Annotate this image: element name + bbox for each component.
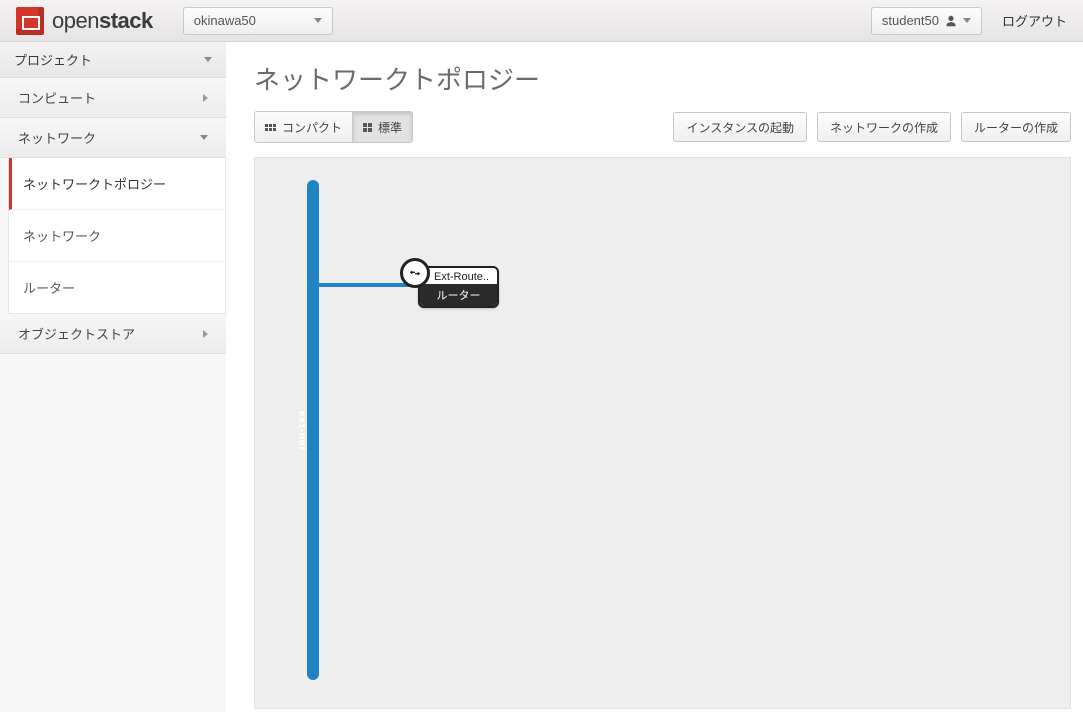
network-bar-ext-net[interactable] xyxy=(307,180,319,680)
chevron-right-icon xyxy=(203,330,208,338)
user-name: student50 xyxy=(882,13,939,28)
layout: プロジェクト コンピュート ネットワーク ネットワークトポロジー ネットワーク … xyxy=(0,42,1083,712)
launch-instance-button[interactable]: インスタンスの起動 xyxy=(673,112,807,142)
openstack-logo-icon xyxy=(16,7,44,35)
brand-light: open xyxy=(52,8,99,33)
router-name: Ext-Route.. xyxy=(420,268,497,284)
chevron-down-icon xyxy=(200,135,208,140)
router-type: ルーター xyxy=(420,284,497,306)
chevron-down-icon xyxy=(963,18,971,23)
router-icon xyxy=(400,258,430,288)
toolbar: コンパクト 標準 インスタンスの起動 ネットワークの作成 ルーターの作成 xyxy=(254,111,1071,143)
sidebar-category-label: プロジェクト xyxy=(14,50,92,69)
chevron-right-icon xyxy=(203,94,208,102)
sidebar-group-label: コンピュート xyxy=(18,88,96,107)
sidebar-subnav-network: ネットワークトポロジー ネットワーク ルーター xyxy=(8,158,226,314)
view-compact-label: コンパクト xyxy=(282,119,342,136)
network-label: ext-net xyxy=(296,408,307,451)
chevron-down-icon xyxy=(314,18,322,23)
sidebar-group-network[interactable]: ネットワーク xyxy=(0,118,226,158)
network-link xyxy=(319,283,409,287)
brand[interactable]: openstack xyxy=(16,7,153,35)
create-network-button[interactable]: ネットワークの作成 xyxy=(817,112,951,142)
tenant-selected: okinawa50 xyxy=(194,13,256,28)
grid-large-icon xyxy=(363,123,372,132)
brand-text: openstack xyxy=(52,8,153,34)
tenant-selector[interactable]: okinawa50 xyxy=(183,7,333,35)
grid-small-icon xyxy=(265,124,276,131)
page-title: ネットワークトポロジー xyxy=(254,60,1071,97)
user-menu[interactable]: student50 xyxy=(871,7,982,35)
view-compact-button[interactable]: コンパクト xyxy=(255,112,353,142)
topology-canvas[interactable]: ext-net Ext-Route.. ルーター xyxy=(254,157,1071,709)
sidebar-item-networks[interactable]: ネットワーク xyxy=(9,210,225,262)
topbar: openstack okinawa50 student50 ログアウト xyxy=(0,0,1083,42)
chevron-down-icon xyxy=(204,57,212,62)
sidebar-item-routers[interactable]: ルーター xyxy=(9,262,225,313)
view-standard-button[interactable]: 標準 xyxy=(353,112,412,142)
sidebar-group-label: オブジェクトストア xyxy=(18,324,135,343)
logout-link[interactable]: ログアウト xyxy=(1002,11,1067,30)
sidebar: プロジェクト コンピュート ネットワーク ネットワークトポロジー ネットワーク … xyxy=(0,42,226,712)
sidebar-category-project[interactable]: プロジェクト xyxy=(0,42,226,78)
view-standard-label: 標準 xyxy=(378,119,402,136)
brand-bold: stack xyxy=(99,8,153,33)
view-toggle: コンパクト 標準 xyxy=(254,111,413,143)
sidebar-group-label: ネットワーク xyxy=(18,128,96,147)
router-card: Ext-Route.. ルーター xyxy=(418,266,499,308)
sidebar-group-compute[interactable]: コンピュート xyxy=(0,78,226,118)
create-router-button[interactable]: ルーターの作成 xyxy=(961,112,1071,142)
sidebar-item-topology[interactable]: ネットワークトポロジー xyxy=(9,158,225,210)
user-icon xyxy=(945,15,957,27)
main: ネットワークトポロジー コンパクト 標準 インスタンスの起動 ネットワークの作成… xyxy=(226,42,1083,712)
sidebar-group-object-store[interactable]: オブジェクトストア xyxy=(0,314,226,354)
